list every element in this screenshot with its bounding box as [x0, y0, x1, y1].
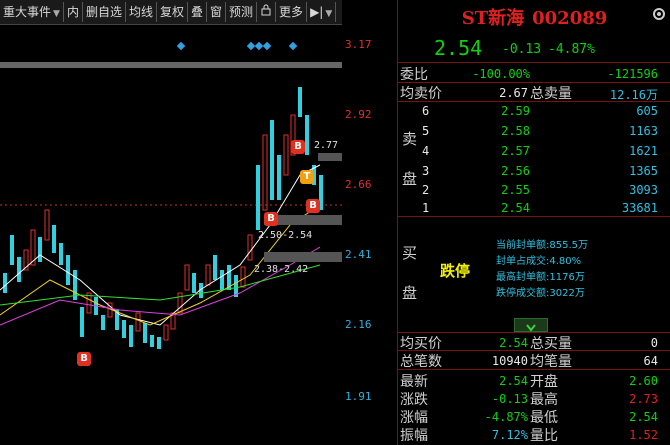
- price-axis-label: 2.92: [345, 108, 372, 121]
- sell-label: 卖: [402, 130, 418, 148]
- toolbar-major-events[interactable]: 重大事件 ▼: [0, 2, 64, 22]
- toolbar-window[interactable]: 窗: [207, 2, 227, 22]
- limit-down-status: 跌停: [440, 262, 471, 280]
- price-axis-label: 2.16: [345, 318, 372, 331]
- weibi-pct: -100.00%: [472, 67, 530, 81]
- price-change: -0.13: [502, 42, 542, 57]
- total-trades-label: 总笔数: [400, 354, 442, 370]
- toolbar-remove-watchlist[interactable]: 删自选: [83, 2, 126, 22]
- buy-marker[interactable]: B: [306, 199, 320, 213]
- chart-toolbar: 重大事件 ▼ 内 删自选 均线 复权 叠 窗 预测 更多 ▶| ▼: [0, 0, 342, 25]
- avg-trade-label: 均笔量: [530, 354, 572, 370]
- quote-panel: ST新海 002089 2.54 -0.13 -4.87% 委比 -100.00%…: [397, 0, 670, 445]
- price-axis-label: 1.91: [345, 390, 372, 403]
- total-trades: 10940: [491, 354, 528, 368]
- buy-marker[interactable]: B: [291, 140, 305, 154]
- toolbar-more[interactable]: 更多: [276, 2, 308, 22]
- toolbar-expand[interactable]: ▶| ▼: [307, 2, 337, 22]
- gear-icon[interactable]: [651, 6, 667, 22]
- total-buy-vol: 0: [650, 336, 658, 350]
- price-note: 2.38-2.42: [254, 264, 309, 275]
- stock-name: ST新海: [461, 8, 525, 29]
- lock-icon: [261, 4, 271, 16]
- stock-title: ST新海 002089: [398, 4, 670, 30]
- buy-marker[interactable]: B: [264, 212, 278, 226]
- toolbar-inner[interactable]: 内: [64, 2, 83, 22]
- avg-sell-label: 均卖价: [400, 86, 442, 102]
- buy-marker[interactable]: B: [77, 352, 91, 366]
- sell-label: 盘: [402, 170, 418, 188]
- toolbar-adjust[interactable]: 复权: [157, 2, 188, 22]
- price-axis-label: 2.66: [345, 178, 372, 191]
- seal-amount: 当前封单额:855.5万: [496, 240, 589, 251]
- weibi-diff: -121596: [607, 67, 658, 81]
- price-note: 2.50-2.54: [258, 230, 313, 241]
- divider: [398, 101, 670, 102]
- divider: [398, 369, 670, 370]
- price-axis-label: 2.41: [345, 248, 372, 261]
- trade-marker[interactable]: T: [300, 170, 314, 184]
- price-change-pct: -4.87%: [548, 42, 595, 57]
- avg-trade-vol: 64: [643, 354, 658, 368]
- limit-deal-amount: 跌停成交额:3022万: [496, 288, 585, 299]
- seal-ratio: 封单占成交:4.80%: [496, 256, 582, 267]
- avg-sell-price: 2.67: [499, 86, 528, 100]
- event-markers[interactable]: [176, 41, 298, 51]
- buy-label: 盘: [402, 284, 418, 302]
- price-axis-label: 3.17: [345, 38, 372, 51]
- toolbar-overlay[interactable]: 叠: [188, 2, 208, 22]
- toolbar-lock[interactable]: [257, 2, 277, 22]
- stock-code: 002089: [532, 8, 608, 29]
- weibi-label: 委比: [400, 67, 428, 83]
- avg-buy-price: 2.54: [499, 336, 528, 350]
- total-sell-label: 总卖量: [530, 86, 572, 102]
- dropdown-icon: ▼: [53, 9, 60, 19]
- range-bar: [264, 252, 342, 262]
- dropdown-icon: ▼: [325, 9, 333, 19]
- max-seal-amount: 最高封单额:1176万: [496, 272, 585, 283]
- buy-label: 买: [402, 244, 418, 262]
- price-note: 2.77: [314, 140, 339, 151]
- toolbar-forecast[interactable]: 预测: [226, 2, 258, 22]
- price-band: [0, 62, 342, 68]
- toolbar-moving-average[interactable]: 均线: [126, 2, 157, 22]
- last-price: 2.54: [434, 36, 483, 60]
- range-bar: [318, 153, 342, 161]
- expand-right-icon: ▶|: [310, 5, 324, 19]
- expand-button[interactable]: [514, 318, 548, 332]
- divider: [398, 62, 670, 63]
- divider: [398, 216, 670, 217]
